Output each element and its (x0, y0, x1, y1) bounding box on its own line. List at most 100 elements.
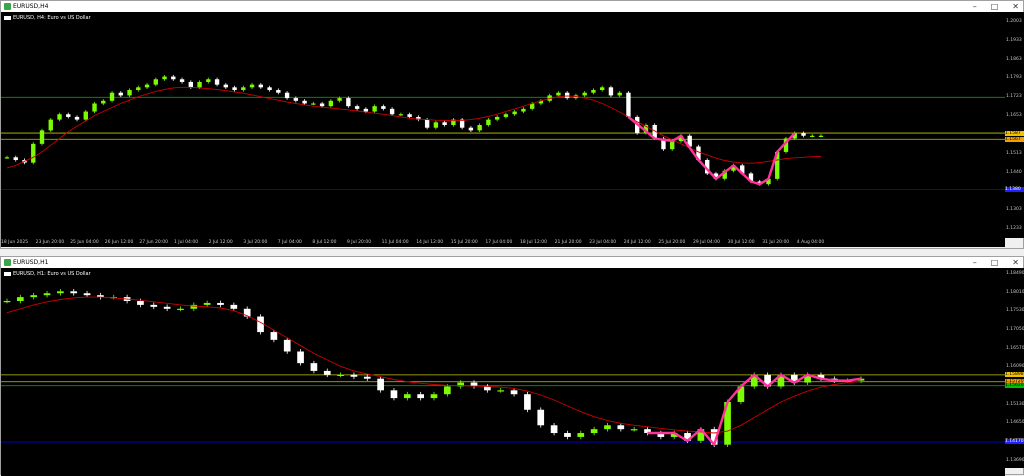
time-axis-label: 11 Jul 04:00 (381, 240, 409, 245)
candle-body (617, 92, 622, 96)
candle-body (177, 308, 184, 310)
price-axis-label: 1.13690 (1006, 457, 1024, 463)
minimize-icon[interactable]: – (973, 2, 977, 11)
candle-body (444, 386, 451, 395)
window-titlebar[interactable]: EURUSD,H4 – □ ✕ (1, 1, 1023, 12)
time-axis-label: 23 Jun 20:00 (35, 240, 65, 245)
price-axis-label: 1.1793 (1006, 75, 1022, 81)
chart-type-icon (4, 16, 11, 20)
time-axis-label: 24 Jul 12:00 (623, 240, 651, 245)
candle-body (171, 76, 176, 80)
candle-body (206, 79, 211, 82)
price-axis-label: 1.1863 (1006, 56, 1022, 62)
candle-body (582, 92, 587, 96)
candle-body (564, 92, 570, 99)
price-axis-label: 1.1653 (1006, 113, 1022, 119)
time-axis-label: 26 Jun 12:00 (104, 240, 134, 245)
candle-body (92, 103, 97, 112)
candle-body (810, 135, 815, 137)
chart-window-icon (4, 259, 11, 266)
minimize-icon[interactable]: – (973, 258, 977, 267)
price-tag: 1.14170 (1005, 439, 1024, 445)
close-icon[interactable]: ✕ (1012, 258, 1019, 267)
candle-body (323, 370, 331, 375)
candle-body (363, 108, 369, 112)
candle-body (372, 106, 377, 112)
candle-body (577, 433, 585, 437)
price-axis-label: 1.1440 (1006, 170, 1022, 176)
price-axis-label: 1.1933 (1006, 37, 1022, 43)
time-axis-label: 2 Jul 12:00 (208, 240, 233, 245)
time-axis-label: 29 Jul 04:00 (693, 240, 720, 245)
price-axis[interactable]: 1.2003 1.1933 1.1863 1.1793 1.1723 1.1653 1.15… (1005, 12, 1024, 238)
candle-body (223, 84, 229, 88)
candle-body (197, 81, 202, 88)
candle-body (377, 378, 384, 391)
candle-body (284, 92, 290, 99)
candle-body (31, 143, 36, 163)
candle-body (30, 295, 38, 298)
time-axis-label: 3 Jul 20:00 (243, 240, 268, 245)
moving-average-line (6, 296, 862, 434)
candle-body (249, 84, 255, 88)
price-axis-label: 1.18490 (1006, 271, 1024, 277)
price-axis-label: 1.17530 (1006, 308, 1024, 314)
candle-body (109, 92, 115, 101)
window-titlebar[interactable]: EURUSD,H1 – □ ✕ (1, 257, 1023, 268)
price-axis-label: 1.1723 (1006, 94, 1022, 100)
time-axis-label: 1 Jul 04:00 (174, 240, 199, 245)
maximize-icon[interactable]: □ (991, 258, 999, 267)
chart-type-icon (4, 272, 11, 276)
candle-body (590, 429, 598, 434)
candle-body (150, 304, 158, 307)
candle-body (537, 409, 545, 426)
candle-body (101, 100, 106, 104)
candle-body (389, 108, 395, 115)
time-axis-label: 25 Jul 20:00 (658, 240, 686, 245)
candle-body (494, 116, 500, 120)
window-title: EURUSD,H1 (13, 259, 49, 266)
candle-body (337, 98, 342, 101)
price-axis[interactable]: 1.18490 1.18010 1.17530 1.17050 1.16570 1.160… (1005, 268, 1024, 468)
candle-body (363, 376, 371, 379)
candle-body (57, 114, 62, 120)
candle-body (3, 301, 11, 303)
time-axis-label: 8 Jul 12:00 (312, 240, 337, 245)
candle-body (328, 100, 334, 107)
candle-body (137, 301, 144, 305)
time-axis-label: 18 Jul 12:00 (520, 240, 547, 245)
candle-body (43, 293, 51, 296)
candle-body (398, 114, 404, 116)
candle-body (13, 157, 18, 160)
candle-body (503, 114, 509, 117)
candle-body (390, 390, 398, 399)
candle-body (17, 297, 24, 302)
price-tag: 1.15898 (1005, 372, 1024, 378)
candle-body (442, 122, 447, 125)
candle-body (497, 390, 505, 392)
candle-body (83, 293, 91, 296)
candle-body (74, 116, 80, 120)
price-chart[interactable]: EURUSD, H1: Euro vs US Dollar (1, 268, 1005, 468)
candle-body (83, 111, 88, 120)
candle-body (136, 87, 141, 91)
time-axis[interactable]: 18 Jun 2025 23 Jun 20:00 25 Jun 04:00 26 Ju… (1, 238, 1005, 247)
candle-body (510, 390, 518, 395)
candle-body (591, 90, 596, 93)
time-axis-label: 17 Jul 04:00 (485, 240, 513, 245)
close-icon[interactable]: ✕ (1012, 2, 1019, 11)
price-chart[interactable]: EURUSD, H4: Euro vs US Dollar (1, 12, 1005, 238)
maximize-icon[interactable]: □ (991, 2, 999, 11)
candle-body (179, 79, 185, 82)
candle-body (4, 157, 10, 159)
candle-body (433, 122, 439, 128)
time-axis-label: 21 Jul 20:00 (554, 240, 582, 245)
time-axis-label: 9 Jul 20:00 (347, 240, 372, 245)
price-tag: 1.1587 (1005, 131, 1024, 137)
chart-symbol-text: EURUSD, H1: Euro vs US Dollar (13, 271, 91, 277)
candle-body (599, 87, 605, 91)
time-axis-label: 7 Jul 04:00 (277, 240, 302, 245)
time-axis-label: 14 Jul 12:00 (416, 240, 444, 245)
candle-body (604, 425, 611, 430)
candle-body (153, 79, 158, 85)
